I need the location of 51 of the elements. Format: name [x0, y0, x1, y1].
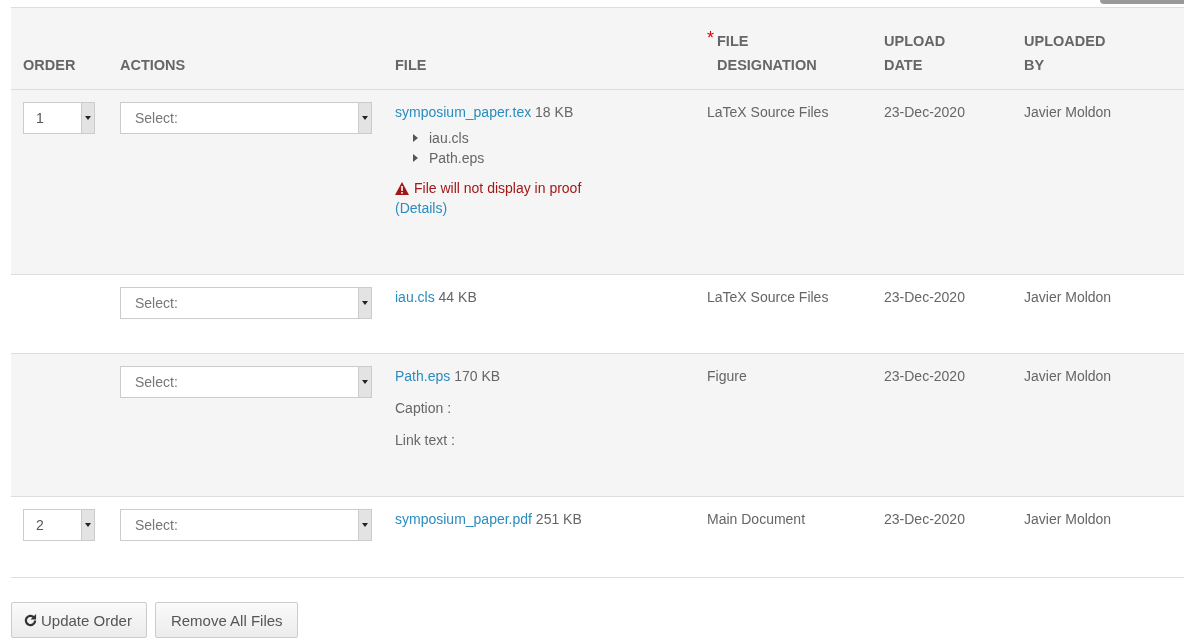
date-cell-text: 23-Dec-2020 — [884, 367, 965, 386]
action-select[interactable]: Select: — [120, 509, 372, 541]
file-link[interactable]: Path.eps — [395, 368, 451, 384]
column-header: FILE — [395, 56, 427, 75]
caret-icon — [362, 380, 368, 384]
file-size: 18 KB — [535, 103, 574, 122]
caret-icon — [85, 116, 91, 120]
remove-files-button[interactable]: Remove All Files — [154, 602, 298, 638]
refresh-icon — [24, 613, 37, 627]
file-link[interactable]: symposium_paper.tex — [395, 104, 532, 120]
column-header: FILE DESIGNATION — [717, 32, 817, 75]
uploader-cell-text: Javier Moldon — [1024, 103, 1112, 122]
order-select[interactable]: 2 — [23, 509, 95, 541]
designation-cell-text: LaTeX Source Files — [707, 288, 829, 307]
action-select[interactable]: Select: — [120, 366, 372, 398]
designation-cell-text: Figure — [707, 367, 747, 386]
field-label: Caption : — [395, 399, 453, 418]
details-link[interactable]: (Details) — [395, 200, 448, 216]
column-header: ORDER — [23, 56, 76, 75]
uploader-cell-text: Javier Moldon — [1024, 367, 1112, 386]
file-size: 44 KB — [438, 288, 477, 307]
column-header: ACTIONS — [120, 56, 186, 75]
tree-item[interactable]: Path.eps — [429, 148, 485, 168]
uploader-cell-text: Javier Moldon — [1024, 288, 1112, 307]
required-mark: * — [707, 29, 714, 47]
column-header: UPLOADED BY — [1024, 32, 1106, 75]
caret-icon — [85, 523, 91, 527]
action-select[interactable]: Select: — [120, 287, 372, 319]
tree-item[interactable]: iau.cls — [429, 128, 469, 148]
collapsed-triangle-icon[interactable] — [413, 134, 419, 142]
designation-cell-text: Main Document — [707, 510, 806, 529]
warning-message: File will not display in proof — [414, 179, 582, 198]
designation-cell-text: LaTeX Source Files — [707, 103, 829, 122]
action-select[interactable]: Select: — [120, 102, 372, 134]
file-link[interactable]: symposium_paper.pdf — [395, 511, 532, 527]
caret-icon — [362, 523, 368, 527]
collapsed-triangle-icon[interactable] — [413, 154, 419, 162]
update-order-button[interactable]: Update Order — [11, 602, 147, 638]
caret-icon — [362, 301, 368, 305]
field-label: Link text : — [395, 431, 456, 450]
column-header: UPLOAD DATE — [884, 32, 946, 75]
date-cell-text: 23-Dec-2020 — [884, 510, 965, 529]
uploader-cell-text: Javier Moldon — [1024, 510, 1112, 529]
date-cell-text: 23-Dec-2020 — [884, 288, 965, 307]
caret-icon — [362, 116, 368, 120]
order-select[interactable]: 1 — [23, 102, 95, 134]
file-size: 170 KB — [454, 367, 501, 386]
file-size: 251 KB — [535, 510, 582, 529]
warning-icon — [395, 181, 409, 195]
date-cell-text: 23-Dec-2020 — [884, 103, 965, 122]
file-link[interactable]: iau.cls — [395, 289, 435, 305]
